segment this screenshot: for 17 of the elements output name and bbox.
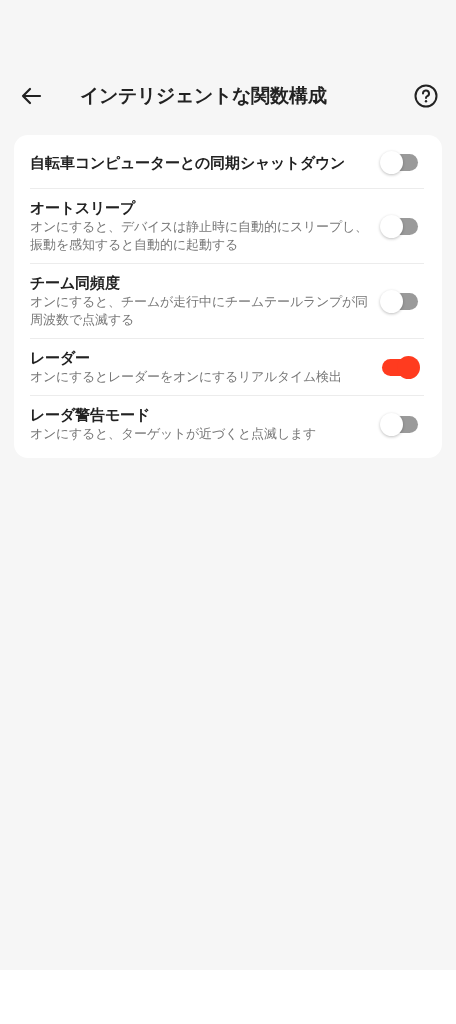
setting-title: 自転車コンピューターとの同期シャットダウン [30, 152, 346, 173]
help-icon[interactable] [414, 84, 438, 108]
setting-description: オンにすると、チームが走行中にチームテールランプが同周波数で点滅する [30, 293, 369, 329]
toggle-switch[interactable] [382, 154, 418, 171]
back-icon[interactable] [20, 85, 42, 107]
setting-description: オンにするとレーダーをオンにするリアルタイム検出 [30, 368, 343, 386]
setting-description: オンにすると、デバイスは静止時に自動的にスリープし、振動を感知すると自動的に起動する [30, 218, 369, 254]
toggle-switch[interactable] [382, 358, 418, 376]
toggle-switch[interactable] [382, 292, 418, 310]
setting-title: レーダ警告モード [30, 405, 151, 425]
setting-title: レーダー [30, 348, 91, 368]
setting-description: オンにすると、ターゲットが近づくと点滅します [30, 425, 317, 443]
page-title: インテリジェントな関数構成 [80, 83, 328, 108]
setting-title: チーム同頻度 [30, 273, 121, 293]
toggle-switch[interactable] [382, 415, 418, 433]
setting-title: オートスリープ [30, 198, 137, 218]
toggle-switch[interactable] [382, 217, 418, 235]
